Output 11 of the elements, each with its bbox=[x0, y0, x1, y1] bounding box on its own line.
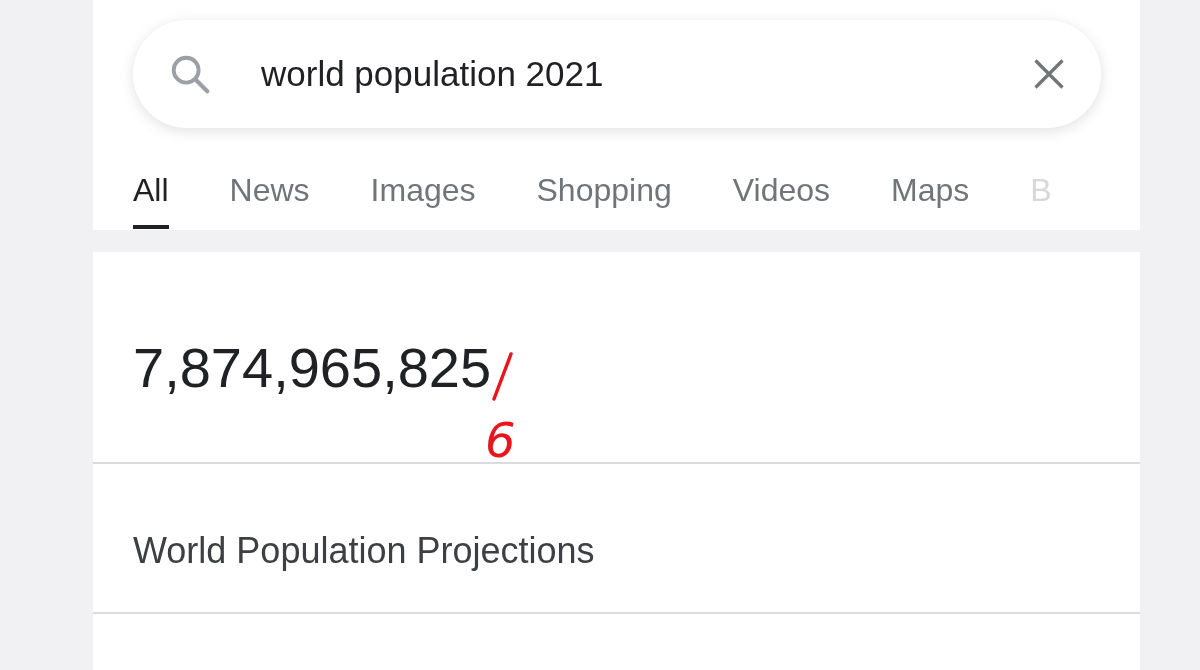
section-title[interactable]: World Population Projections bbox=[133, 530, 595, 571]
search-field[interactable]: world population 2021 bbox=[133, 20, 1101, 128]
handwritten-correction: 6 bbox=[485, 412, 516, 468]
search-tab[interactable]: News bbox=[229, 172, 310, 229]
search-tab[interactable]: Maps bbox=[891, 172, 970, 229]
search-tab[interactable]: Shopping bbox=[536, 172, 672, 229]
search-tab[interactable]: All bbox=[133, 172, 169, 229]
population-number: 7,874,965,825 bbox=[133, 336, 492, 399]
search-tab[interactable]: Videos bbox=[732, 172, 830, 229]
search-query: world population 2021 bbox=[261, 54, 605, 94]
search-tab[interactable]: Images bbox=[370, 172, 476, 229]
